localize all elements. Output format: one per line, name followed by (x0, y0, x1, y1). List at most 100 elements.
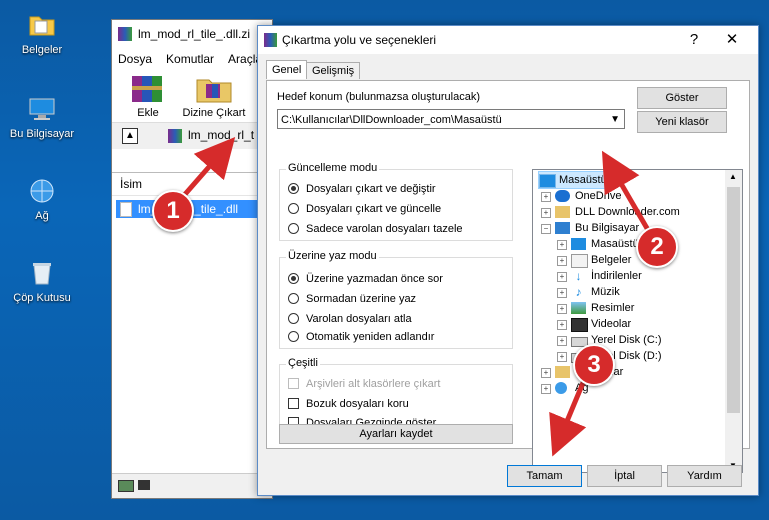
tree-item-desktop-sub[interactable]: + Masaüstü (557, 236, 639, 252)
radio-extract-replace[interactable]: Dosyaları çıkart ve değiştir (288, 181, 436, 197)
option-label: Varolan dosyaları atla (306, 313, 412, 325)
desktop-icon-label: Belgeler (21, 44, 63, 56)
extract-to-button[interactable]: Dizine Çıkart (178, 72, 250, 119)
option-label: Sormadan üzerine yaz (306, 293, 417, 305)
destination-path-field[interactable]: C:\Kullanıcılar\DllDownloader_com\Masaüs… (277, 109, 625, 129)
option-label: Üzerine yazmadan önce sor (306, 273, 443, 285)
expand-icon[interactable]: + (557, 256, 567, 266)
step-badge-1: 1 (152, 190, 194, 232)
expand-icon[interactable]: + (557, 336, 567, 346)
tree-label: Resimler (591, 302, 635, 314)
radio-extract-update[interactable]: Dosyaları çıkart ve güncelle (288, 201, 441, 217)
desktop-icon-recycle-bin[interactable]: Çöp Kutusu (4, 258, 80, 304)
chevron-down-icon[interactable]: ▼ (610, 110, 620, 130)
tree-label: Müzik (591, 286, 620, 298)
checkbox-keep-broken[interactable]: Bozuk dosyaları koru (288, 396, 409, 412)
folder-tree[interactable]: Masaüstü + OneDrive + DLL Downloader.com −… (532, 169, 743, 473)
tab-gelismis[interactable]: Gelişmiş (306, 62, 361, 79)
scrollbar-thumb[interactable] (727, 187, 740, 413)
collapse-icon[interactable]: − (541, 224, 551, 234)
winrar-title-bar[interactable]: lm_mod_rl_tile_.dll.zi (112, 20, 272, 48)
winrar-menu-bar: Dosya Komutlar Araçla (112, 48, 272, 70)
tree-item-pictures[interactable]: + Resimler (557, 300, 635, 316)
help-button[interactable]: Yardım (667, 465, 742, 487)
tree-item-onedrive[interactable]: + OneDrive (541, 188, 622, 204)
ok-button[interactable]: Tamam (507, 465, 582, 487)
tree-item-user[interactable]: + DLL Downloader.com (541, 204, 680, 220)
path-archive-icon (168, 129, 182, 143)
save-settings-button[interactable]: Ayarları kaydet (279, 424, 513, 444)
add-label: Ekle (137, 107, 159, 119)
up-folder-icon[interactable]: ▲ (122, 128, 138, 144)
radio-skip-existing[interactable]: Varolan dosyaları atla (288, 311, 412, 327)
expand-icon[interactable]: + (541, 192, 551, 202)
desktop-icon-documents[interactable]: Belgeler (4, 10, 80, 56)
expand-icon[interactable]: + (557, 272, 567, 282)
tree-label: DLL Downloader.com (575, 206, 680, 218)
dll-file-icon (120, 202, 132, 217)
expand-icon[interactable]: + (541, 384, 551, 394)
tree-label: OneDrive (575, 190, 622, 202)
path-text: lm_mod_rl_t (188, 128, 255, 142)
radio-rename-automatically[interactable]: Otomatik yeniden adlandır (288, 329, 434, 345)
expand-icon[interactable]: + (557, 304, 567, 314)
expand-icon[interactable]: + (557, 288, 567, 298)
show-button[interactable]: Göster (637, 87, 727, 109)
winrar-path-bar: ▲ lm_mod_rl_t (112, 122, 272, 149)
desktop-icon-label: Ağ (35, 210, 49, 222)
tree-label: Masaüstü (591, 238, 639, 250)
radio-indicator (288, 331, 299, 342)
tree-label: Videolar (591, 318, 632, 330)
close-icon[interactable]: ✕ (712, 26, 752, 54)
column-header-name[interactable]: İsim (112, 173, 272, 196)
option-label: Sadece varolan dosyaları tazele (306, 223, 463, 235)
radio-fresh-existing[interactable]: Sadece varolan dosyaları tazele (288, 221, 463, 237)
checkbox-indicator (288, 398, 299, 409)
tree-item-this-pc[interactable]: − Bu Bilgisayar (541, 220, 640, 236)
desktop-icon-label: Bu Bilgisayar (9, 128, 75, 140)
radio-overwrite-without-prompt[interactable]: Sormadan üzerine yaz (288, 291, 416, 307)
recycle-bin-icon (27, 258, 57, 288)
archive-books-icon (132, 76, 162, 102)
desktop-icon (539, 174, 556, 188)
menu-komutlar[interactable]: Komutlar (166, 52, 214, 66)
tree-label: Bu Bilgisayar (575, 222, 640, 234)
libraries-icon (555, 366, 570, 378)
expand-icon[interactable]: + (541, 368, 551, 378)
tree-item-music[interactable]: + ♪ Müzik (557, 284, 620, 300)
dialog-title-bar[interactable]: Çıkartma yolu ve seçenekleri ? ✕ (258, 26, 758, 54)
option-label: Dosyaları çıkart ve güncelle (306, 203, 442, 215)
pictures-icon (571, 302, 586, 314)
tree-label: Belgeler (591, 254, 632, 266)
radio-ask-before-overwrite[interactable]: Üzerine yazmadan önce sor (288, 271, 443, 287)
tree-item-desktop[interactable]: Masaüstü (538, 171, 608, 189)
expand-icon[interactable]: + (557, 320, 567, 330)
expand-icon[interactable]: + (541, 208, 551, 218)
expand-icon[interactable]: + (557, 352, 567, 362)
destination-label: Hedef konum (bulunmazsa oluşturulacak) (277, 91, 480, 103)
cancel-button[interactable]: İptal (587, 465, 662, 487)
desktop-icon-network[interactable]: Ağ (4, 176, 80, 222)
add-button[interactable]: Ekle (124, 72, 172, 119)
help-icon[interactable]: ? (674, 26, 714, 54)
step-badge-3: 3 (573, 344, 615, 386)
extract-folder-icon (196, 79, 232, 103)
scroll-up-icon[interactable]: ▲ (729, 172, 737, 181)
new-folder-button[interactable]: Yeni klasör (637, 111, 727, 133)
overwrite-mode-group: Üzerine yaz modu Üzerine yazmadan önce s… (279, 250, 513, 349)
computer-icon (27, 94, 57, 124)
winrar-toolbar: Ekle Dizine Çıkart (112, 70, 272, 122)
desktop-icon (571, 238, 586, 250)
dialog-title: Çıkartma yolu ve seçenekleri (282, 33, 437, 47)
checkbox-extract-subfolders[interactable]: Arşivleri alt klasörlere çıkart (288, 376, 440, 392)
tree-scrollbar[interactable]: ▲ ▼ (725, 170, 742, 472)
tab-genel[interactable]: Genel (266, 60, 308, 79)
desktop-icon-this-pc[interactable]: Bu Bilgisayar (4, 94, 80, 140)
tree-item-documents[interactable]: + Belgeler (557, 252, 632, 268)
videos-icon (571, 318, 588, 332)
tree-item-videos[interactable]: + Videolar (557, 316, 632, 332)
expand-icon[interactable]: + (557, 240, 567, 250)
menu-dosya[interactable]: Dosya (118, 52, 152, 66)
desktop-icon-label: Çöp Kutusu (13, 292, 71, 304)
tree-item-downloads[interactable]: + ↓ İndirilenler (557, 268, 642, 284)
